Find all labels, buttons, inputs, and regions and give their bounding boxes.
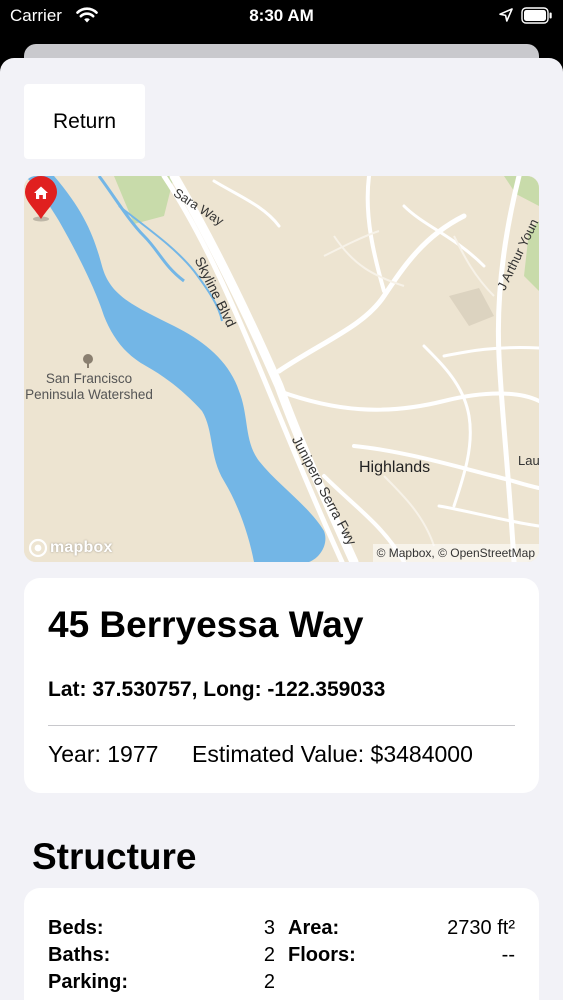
baths-label: Baths: xyxy=(48,944,111,966)
map-label-highlands: Highlands xyxy=(359,459,431,476)
property-map[interactable]: Sara Way Skyline Blvd J Arthur Youn San … xyxy=(24,176,539,562)
property-detail-sheet: Return Sara Way Skyline Blvd J Arthur Yo… xyxy=(0,58,563,1000)
beds-label: Beds: xyxy=(48,917,104,939)
property-year: Year: 1977 xyxy=(48,741,159,767)
return-button[interactable]: Return xyxy=(24,84,145,159)
property-info-card: 45 Berryessa Way Lat: 37.530757, Long: -… xyxy=(24,578,539,793)
map-label-watershed: San Francisco Peninsula Watershed xyxy=(24,371,154,403)
property-coordinates: Lat: 37.530757, Long: -122.359033 xyxy=(48,678,386,701)
map-label-watershed-line1: San Francisco xyxy=(45,371,133,386)
baths-value: 2 xyxy=(263,944,275,966)
area-label: Area: xyxy=(288,917,340,939)
floors-value: -- xyxy=(501,944,515,966)
mapbox-logo: mapbox xyxy=(28,538,113,558)
area-value: 2730 ft² xyxy=(447,917,515,939)
parking-value: 2 xyxy=(263,971,275,993)
location-arrow-icon xyxy=(499,8,513,22)
structure-card: Beds: 3 Baths: 2 Parking: 2 Area: 2730 f… xyxy=(24,888,539,1000)
mapbox-logo-text: mapbox xyxy=(50,539,113,556)
home-map-pin-icon[interactable] xyxy=(24,176,58,222)
map-canvas xyxy=(24,176,539,562)
status-bar: Carrier 8:30 AM xyxy=(0,0,563,34)
property-estimated-value: Estimated Value: $3484000 xyxy=(192,741,473,767)
structure-section-title: Structure xyxy=(32,836,197,877)
divider xyxy=(48,725,515,726)
map-label-lau: Lau xyxy=(518,453,539,468)
battery-full-icon xyxy=(521,7,552,24)
beds-value: 3 xyxy=(263,917,275,939)
map-attribution[interactable]: © Mapbox, © OpenStreetMap xyxy=(372,544,539,562)
clock-time: 8:30 AM xyxy=(249,6,314,25)
property-address: 45 Berryessa Way xyxy=(48,604,364,645)
floors-label: Floors: xyxy=(288,944,356,966)
mapbox-logo-icon xyxy=(28,538,48,558)
map-label-watershed-line2: Peninsula Watershed xyxy=(25,387,153,402)
parking-label: Parking: xyxy=(48,971,129,993)
